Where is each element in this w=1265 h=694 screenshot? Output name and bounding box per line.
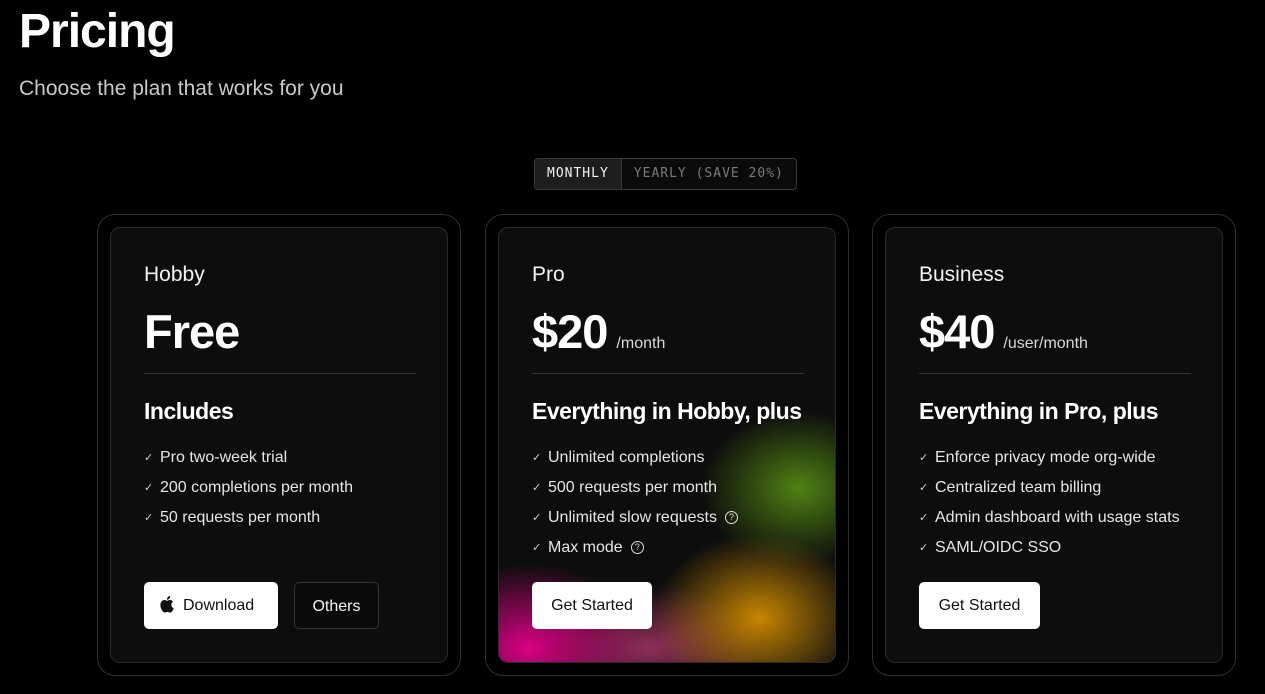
feature-text: Centralized team billing bbox=[935, 479, 1102, 496]
feature-list: ✓ Unlimited completions ✓ 500 requests per… bbox=[532, 448, 738, 568]
feature-text: Enforce privacy mode org-wide bbox=[935, 449, 1156, 466]
check-icon: ✓ bbox=[144, 452, 154, 464]
check-icon: ✓ bbox=[144, 512, 154, 524]
feature-item: ✓ Pro two-week trial bbox=[144, 448, 353, 478]
download-button[interactable]: Download bbox=[144, 582, 278, 629]
plan-card-pro: Pro $20 /month Everything in Hobby, plus… bbox=[498, 227, 836, 663]
toggle-monthly[interactable]: MONTHLY bbox=[535, 159, 622, 189]
page-subtitle: Choose the plan that works for you bbox=[19, 77, 344, 100]
feature-text: Admin dashboard with usage stats bbox=[935, 509, 1180, 526]
plan-price: Free bbox=[144, 305, 240, 358]
feature-text: 500 requests per month bbox=[548, 479, 717, 496]
feature-list: ✓ Enforce privacy mode org-wide ✓ Centrali… bbox=[919, 448, 1180, 568]
page-title: Pricing bbox=[19, 5, 176, 58]
download-button-label: Download bbox=[183, 597, 255, 614]
apple-icon bbox=[160, 596, 174, 613]
feature-item: ✓ SAML/OIDC SSO bbox=[919, 538, 1180, 568]
feature-item: ✓ Unlimited completions bbox=[532, 448, 738, 478]
plan-period: /user/month bbox=[1003, 335, 1088, 352]
feature-item: ✓ Admin dashboard with usage stats bbox=[919, 508, 1180, 538]
feature-text: SAML/OIDC SSO bbox=[935, 539, 1062, 556]
plan-price: $20 bbox=[532, 305, 608, 358]
info-icon[interactable]: ? bbox=[630, 541, 644, 554]
get-started-button[interactable]: Get Started bbox=[532, 582, 652, 629]
feature-list: ✓ Pro two-week trial ✓ 200 completions per… bbox=[144, 448, 353, 538]
check-icon: ✓ bbox=[144, 482, 154, 494]
plan-card-business: Business $40 /user/month Everything in P… bbox=[885, 227, 1223, 663]
get-started-button[interactable]: Get Started bbox=[919, 582, 1040, 629]
feature-item: ✓ Centralized team billing bbox=[919, 478, 1180, 508]
info-icon[interactable]: ? bbox=[724, 511, 738, 524]
check-icon: ✓ bbox=[919, 542, 929, 554]
others-button[interactable]: Others bbox=[294, 582, 379, 629]
features-heading: Everything in Pro, plus bbox=[919, 398, 1158, 424]
plan-card-business-outer: Business $40 /user/month Everything in P… bbox=[872, 214, 1236, 676]
divider bbox=[919, 373, 1191, 374]
feature-item: ✓ 200 completions per month bbox=[144, 478, 353, 508]
plan-name: Pro bbox=[532, 263, 565, 286]
price-row: $40 /user/month bbox=[919, 304, 1088, 360]
feature-text: Unlimited slow requests bbox=[548, 509, 717, 526]
billing-period-toggle: MONTHLY YEARLY (SAVE 20%) bbox=[534, 158, 797, 190]
toggle-yearly[interactable]: YEARLY (SAVE 20%) bbox=[622, 159, 796, 189]
divider bbox=[144, 373, 416, 374]
plan-name: Hobby bbox=[144, 263, 205, 286]
divider bbox=[532, 373, 804, 374]
check-icon: ✓ bbox=[532, 452, 542, 464]
check-icon: ✓ bbox=[919, 482, 929, 494]
plan-card-hobby-outer: Hobby Free Includes ✓ Pro two-week trial … bbox=[97, 214, 461, 676]
plan-name: Business bbox=[919, 263, 1005, 286]
features-heading: Includes bbox=[144, 398, 234, 424]
check-icon: ✓ bbox=[532, 542, 542, 554]
feature-item: ✓ 500 requests per month bbox=[532, 478, 738, 508]
plan-card-hobby: Hobby Free Includes ✓ Pro two-week trial … bbox=[110, 227, 448, 663]
check-icon: ✓ bbox=[532, 512, 542, 524]
feature-text: 200 completions per month bbox=[160, 479, 353, 496]
price-row: $20 /month bbox=[532, 304, 665, 360]
feature-item: ✓ Max mode? bbox=[532, 538, 738, 568]
feature-text: Max mode bbox=[548, 539, 623, 556]
plan-card-pro-outer: Pro $20 /month Everything in Hobby, plus… bbox=[485, 214, 849, 676]
plan-price: $40 bbox=[919, 305, 995, 358]
check-icon: ✓ bbox=[919, 452, 929, 464]
features-heading: Everything in Hobby, plus bbox=[532, 398, 802, 424]
plan-period: /month bbox=[616, 335, 666, 352]
feature-text: 50 requests per month bbox=[160, 509, 321, 526]
price-row: Free bbox=[144, 304, 240, 360]
feature-text: Pro two-week trial bbox=[160, 449, 288, 466]
check-icon: ✓ bbox=[919, 512, 929, 524]
feature-item: ✓ Unlimited slow requests? bbox=[532, 508, 738, 538]
check-icon: ✓ bbox=[532, 482, 542, 494]
feature-item: ✓ 50 requests per month bbox=[144, 508, 353, 538]
feature-item: ✓ Enforce privacy mode org-wide bbox=[919, 448, 1180, 478]
feature-text: Unlimited completions bbox=[548, 449, 705, 466]
